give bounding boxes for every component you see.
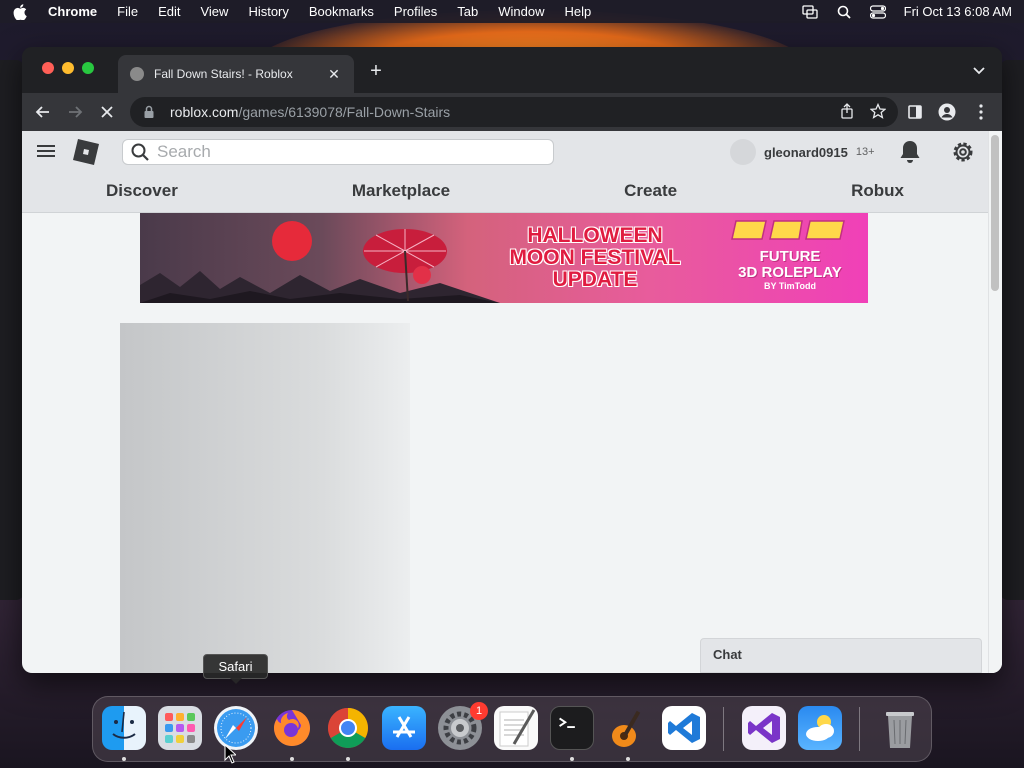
menu-edit[interactable]: Edit <box>158 4 180 19</box>
garageband-running-indicator <box>626 757 630 761</box>
nav-marketplace[interactable]: Marketplace <box>352 179 450 211</box>
firefox-running-indicator <box>290 757 294 761</box>
finder-icon[interactable] <box>102 706 146 750</box>
banner-logo-line-1: FUTURE <box>759 248 821 265</box>
trash-icon[interactable] <box>878 706 922 750</box>
dock-separator-trash <box>859 707 860 751</box>
forward-arrow-icon[interactable] <box>64 101 86 123</box>
menu-window[interactable]: Window <box>498 4 544 19</box>
chat-panel[interactable]: Chat <box>700 638 982 673</box>
search-input[interactable] <box>157 142 545 162</box>
search-icon <box>131 143 149 161</box>
menu-help[interactable]: Help <box>565 4 592 19</box>
banner-logo-line-2: 3D ROLEPLAY <box>738 264 842 281</box>
vscode-icon[interactable] <box>662 706 706 750</box>
url-host: roblox.com <box>170 104 239 120</box>
tab-search-chevron-icon[interactable] <box>972 63 988 79</box>
chrome-icon[interactable] <box>326 706 370 750</box>
screen-mirroring-icon[interactable] <box>801 4 818 19</box>
roblox-favicon-icon <box>130 67 144 81</box>
nav-discover[interactable]: Discover <box>106 179 178 211</box>
banner-headline: HALLOWEEN MOON FESTIVAL UPDATE <box>509 224 681 291</box>
umbrella-illustration <box>363 229 447 302</box>
background-window-right <box>1000 60 1024 600</box>
menubar-clock[interactable]: Fri Oct 13 6:08 AM <box>904 4 1012 19</box>
stop-loading-icon[interactable] <box>96 101 118 123</box>
close-window-button[interactable] <box>42 62 54 74</box>
chat-label: Chat <box>713 647 742 662</box>
roblox-header: gleonard0915 13+ Discover Marketplace Cr… <box>22 131 988 213</box>
firefox-icon[interactable] <box>270 706 314 750</box>
menu-app-name[interactable]: Chrome <box>48 4 97 19</box>
user-profile-link[interactable]: gleonard0915 13+ <box>730 139 875 165</box>
hamburger-menu-icon[interactable] <box>36 143 56 159</box>
textedit-icon[interactable] <box>494 706 538 750</box>
tab-title: Fall Down Stairs! - Roblox <box>154 67 293 81</box>
nav-create[interactable]: Create <box>624 179 677 211</box>
terminal-icon[interactable] <box>550 706 594 750</box>
avatar[interactable] <box>730 139 756 165</box>
control-center-icon[interactable] <box>869 4 886 19</box>
fullscreen-window-button[interactable] <box>82 62 94 74</box>
safari-icon[interactable] <box>214 706 258 750</box>
minimize-window-button[interactable] <box>62 62 74 74</box>
page-scrollbar[interactable] <box>988 131 1002 673</box>
roblox-search-box[interactable] <box>122 139 554 165</box>
game-thumbnail-placeholder <box>120 323 410 673</box>
terminal-running-indicator <box>570 757 574 761</box>
age-bracket-badge: 13+ <box>855 146 875 158</box>
roblox-nav: Discover Marketplace Create Robux <box>22 179 988 211</box>
game-logo-mark <box>720 217 860 249</box>
menu-profiles[interactable]: Profiles <box>394 4 437 19</box>
nav-robux[interactable]: Robux <box>851 179 904 211</box>
dock-separator <box>723 707 724 751</box>
tab-fall-down-stairs[interactable]: Fall Down Stairs! - Roblox ✕ <box>118 55 354 93</box>
chrome-running-indicator <box>346 757 350 761</box>
close-tab-icon[interactable]: ✕ <box>326 66 342 82</box>
garageband-icon[interactable] <box>606 706 650 750</box>
menu-view[interactable]: View <box>200 4 228 19</box>
share-icon[interactable] <box>840 102 854 122</box>
address-bar[interactable]: roblox.com /games/6139078/Fall-Down-Stai… <box>130 97 898 127</box>
browser-toolbar: roblox.com /games/6139078/Fall-Down-Stai… <box>22 93 1002 131</box>
banner-game-logo: FUTURE 3D ROLEPLAY BY TimTodd <box>720 217 860 299</box>
finder-running-indicator <box>122 757 126 761</box>
menu-file[interactable]: File <box>117 4 138 19</box>
tab-strip: Fall Down Stairs! - Roblox ✕ + <box>22 47 1002 93</box>
settings-gear-icon[interactable] <box>950 139 976 165</box>
chrome-window: Fall Down Stairs! - Roblox ✕ + roblox.co… <box>22 47 1002 673</box>
weather-icon[interactable] <box>798 706 842 750</box>
launchpad-icon[interactable] <box>158 706 202 750</box>
menu-bookmarks[interactable]: Bookmarks <box>309 4 374 19</box>
notifications-bell-icon[interactable] <box>898 139 922 165</box>
site-info-icon[interactable] <box>142 105 156 119</box>
dock-tooltip: Safari <box>203 654 268 684</box>
background-window-left <box>0 60 24 600</box>
menu-tab[interactable]: Tab <box>457 4 478 19</box>
back-arrow-icon[interactable] <box>32 101 54 123</box>
scrollbar-thumb[interactable] <box>991 135 999 291</box>
menu-bar: Chrome File Edit View History Bookmarks … <box>0 0 1024 23</box>
apple-icon[interactable] <box>12 3 28 20</box>
red-moon-illustration <box>272 221 312 261</box>
username[interactable]: gleonard0915 <box>764 145 848 160</box>
menu-history[interactable]: History <box>248 4 288 19</box>
roblox-logo-icon[interactable] <box>72 138 100 166</box>
url-path: /games/6139078/Fall-Down-Stairs <box>238 104 451 120</box>
side-panel-icon[interactable] <box>904 101 926 123</box>
dock: 1 <box>92 696 932 762</box>
new-tab-button[interactable]: + <box>366 61 386 81</box>
mouse-cursor-icon <box>224 744 236 764</box>
visual-studio-icon[interactable] <box>742 706 786 750</box>
settings-update-badge: 1 <box>470 702 488 720</box>
web-page: gleonard0915 13+ Discover Marketplace Cr… <box>22 131 1002 673</box>
banner-logo-author: BY TimTodd <box>763 281 816 291</box>
game-sponsor-banner[interactable]: HALLOWEEN MOON FESTIVAL UPDATE FUTURE 3D… <box>140 213 868 303</box>
spotlight-search-icon[interactable] <box>836 5 852 19</box>
bookmark-star-icon[interactable] <box>869 102 887 122</box>
profile-icon[interactable] <box>936 101 958 123</box>
app-store-icon[interactable] <box>382 706 426 750</box>
chrome-menu-icon[interactable] <box>970 101 992 123</box>
